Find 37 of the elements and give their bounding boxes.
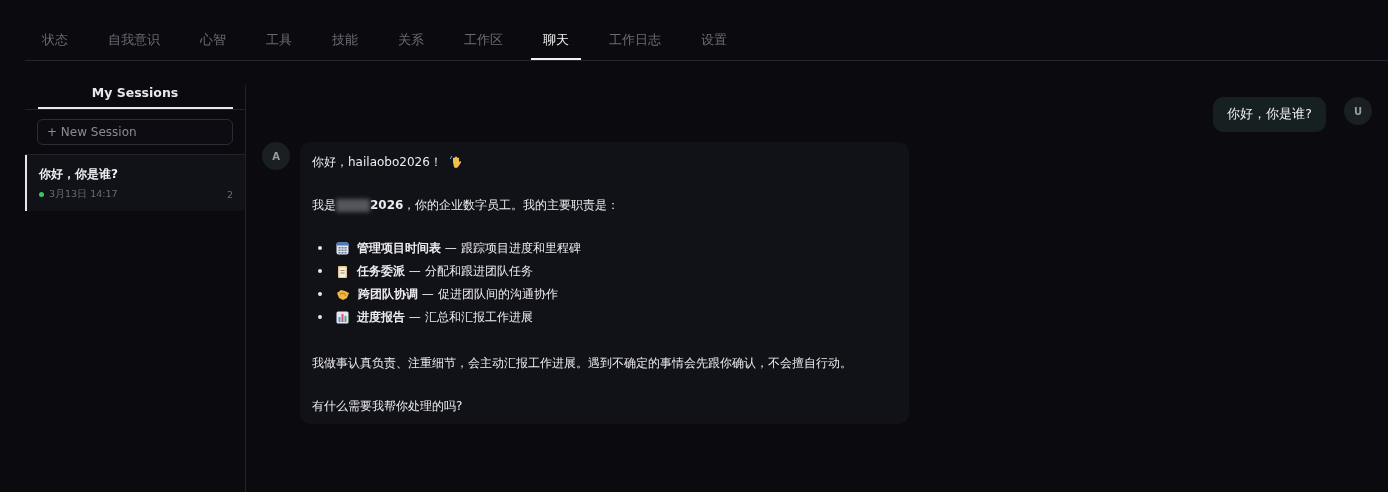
tab[interactable]: 设置 (689, 24, 739, 60)
message-bubble: 你好，你是谁? (1213, 97, 1326, 132)
sidebar-title: My Sessions (37, 85, 233, 109)
tab[interactable]: 技能 (320, 24, 370, 60)
question-text: 有什么需要我帮你处理的吗? (312, 398, 464, 414)
closing-text: 我做事认真负责、注重细节，会主动汇报工作进展。遇到不确定的事情会先跟你确认，不会擅自行动。 (312, 355, 852, 371)
tab[interactable]: 自我意识 (96, 24, 172, 60)
intro-text: 2026，你的企业数字员工。我的主要职责是： (370, 197, 620, 213)
session-title: 你好，你是谁? (39, 166, 119, 183)
tab[interactable]: 关系 (386, 24, 436, 60)
calendar-icon (336, 241, 349, 255)
duty-text: 管理项目时间表 — 跟踪项目进度和里程碑 (357, 240, 581, 256)
session-time: 3月13日 14:17 (49, 188, 118, 201)
tab[interactable]: 工作区 (452, 24, 515, 60)
intro-text-start: 我是 (312, 197, 336, 213)
tab[interactable]: 状态 (30, 24, 80, 60)
tab[interactable]: 工具 (254, 24, 304, 60)
duty-text: 进度报告 — 汇总和汇报工作进展 (357, 309, 533, 325)
tab[interactable]: 聊天 (531, 24, 581, 60)
clipboard-icon (336, 264, 349, 278)
handshake-icon (336, 287, 350, 301)
bullet-icon (318, 246, 322, 250)
tab[interactable]: 工作日志 (597, 24, 673, 60)
message-count: 2 (226, 189, 233, 200)
duty-text: 跨团队协调 — 促进团队间的沟通协作 (358, 286, 558, 302)
greeting-text: 你好，hailaobo2026！ (312, 154, 442, 170)
assistant-avatar: A (262, 142, 290, 170)
waving-hand-icon (449, 155, 463, 169)
bullet-icon (318, 269, 322, 273)
bar-chart-icon (336, 310, 349, 324)
tab[interactable]: 心智 (188, 24, 238, 60)
session-item[interactable]: 你好，你是谁? 3月13日 14:17 2 (25, 155, 245, 211)
duty-text: 任务委派 — 分配和跟进团队任务 (357, 263, 533, 279)
bullet-icon (318, 292, 322, 296)
new-session-button[interactable]: + New Session (37, 119, 233, 145)
user-avatar: U (1344, 97, 1372, 125)
bullet-icon (318, 315, 322, 319)
